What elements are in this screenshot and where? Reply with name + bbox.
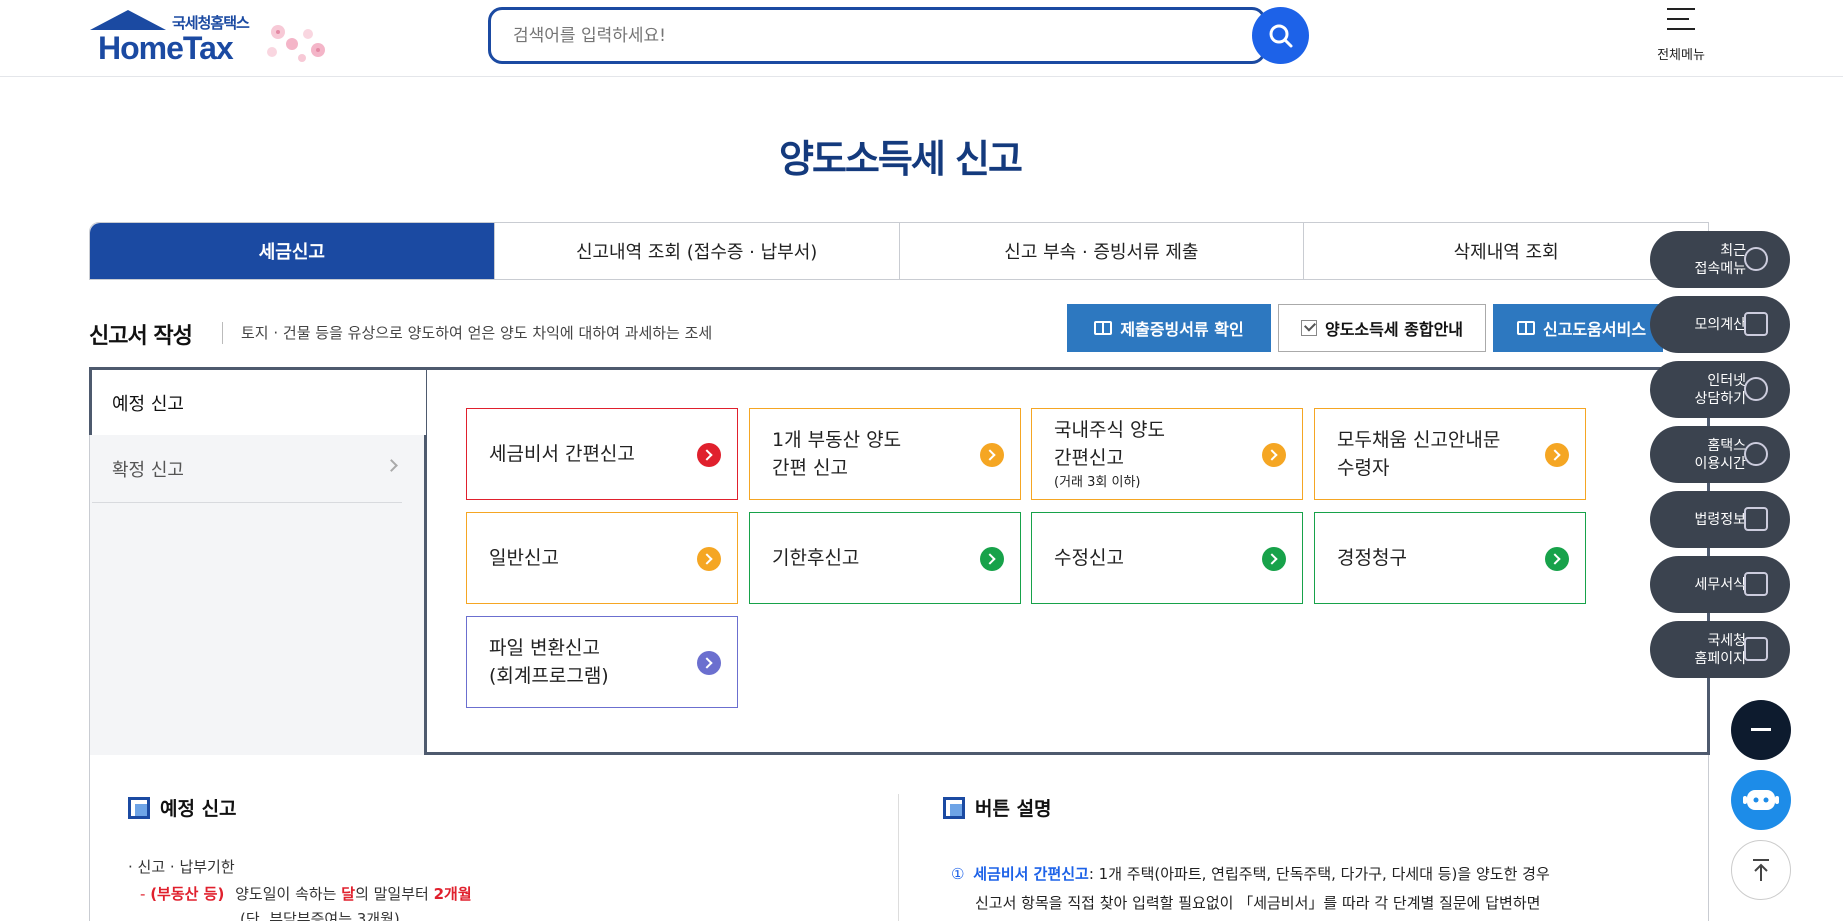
cherry-blossom-icon — [267, 25, 325, 62]
fab-mock-calculation[interactable]: 모의계산 — [1650, 296, 1790, 353]
headset-icon — [1744, 377, 1768, 401]
info-button-desc: ① 세금비서 간편신고: 1개 주택(아파트, 연립주택, 단독주택, 다가구,… — [951, 865, 1550, 912]
tab-deleted-history[interactable]: 삭제내역 조회 — [1303, 223, 1708, 279]
help-service-button[interactable]: 신고도움서비스 — [1493, 304, 1663, 352]
arrow-right-icon — [697, 547, 721, 571]
card-label: 기한후신고 — [772, 547, 860, 569]
square-bullet-icon — [943, 796, 965, 819]
card-label: 국내주식 양도 간편신고 (거래 3회 이하) — [1054, 419, 1165, 490]
search-box — [488, 7, 1266, 64]
fab-recent-menu[interactable]: 최근 접속메뉴 — [1650, 231, 1790, 288]
arrow-right-icon — [1262, 547, 1286, 571]
arrow-right-icon — [697, 443, 721, 467]
info-deadline-note: (단, 부담부증여는 3개월) — [240, 910, 400, 921]
arrow-right-icon — [1545, 547, 1569, 571]
square-bullet-icon — [128, 796, 150, 819]
arrow-right-icon — [980, 547, 1004, 571]
card-prefilled-notice[interactable]: 모두채움 신고안내문 수령자 — [1314, 408, 1586, 500]
search-icon — [1269, 24, 1292, 47]
full-menu-label: 전체메뉴 — [1657, 48, 1705, 63]
fab-service-hours[interactable]: 홈택스 이용시간 — [1650, 426, 1790, 483]
search-button[interactable] — [1252, 7, 1309, 64]
side-item-final[interactable]: 확정 신고 — [92, 435, 402, 503]
arrow-right-icon — [697, 651, 721, 675]
tab-filing-history[interactable]: 신고내역 조회 (접수증 · 납부서) — [493, 223, 899, 279]
guide-button[interactable]: 양도소득세 종합안내 — [1278, 304, 1486, 352]
chatbot-button[interactable] — [1731, 770, 1791, 830]
search-input[interactable] — [513, 25, 1213, 46]
evidence-check-button[interactable]: 제출증빙서류 확인 — [1067, 304, 1271, 352]
card-tax-secretary[interactable]: 세금비서 간편신고 — [466, 408, 738, 500]
card-single-property[interactable]: 1개 부동산 양도 간편 신고 — [749, 408, 1021, 500]
info-left-title: 예정 신고 — [128, 794, 237, 821]
card-label: 파일 변환신고 (회계프로그램) — [489, 637, 609, 687]
section-description: 토지 · 건물 등을 유상으로 양도하여 얻은 양도 차익에 대하여 과세하는 … — [222, 322, 712, 344]
card-domestic-stock[interactable]: 국내주식 양도 간편신고 (거래 3회 이하) — [1031, 408, 1303, 500]
arrow-right-icon — [1262, 443, 1286, 467]
side-item-label: 확정 신고 — [112, 459, 184, 481]
card-file-conversion[interactable]: 파일 변환신고 (회계프로그램) — [466, 616, 738, 708]
document-icon — [1744, 572, 1768, 596]
arrow-right-icon — [980, 443, 1004, 467]
info-right-title: 버튼 설명 — [943, 794, 1052, 821]
info-deadline-text: - (부동산 등) 양도일이 속하는 달의 말일부터 2개월 — [140, 885, 472, 903]
card-label: 수정신고 — [1054, 547, 1124, 569]
clock-icon — [1744, 247, 1768, 271]
building-icon — [1744, 637, 1768, 661]
logo-wordmark: HomeTax — [98, 30, 234, 66]
fab-law-info[interactable]: 법령정보 — [1650, 491, 1790, 548]
help-service-label: 신고도움서비스 — [1543, 320, 1647, 339]
card-label: 일반신고 — [489, 547, 559, 569]
collapse-menu-button[interactable] — [1731, 700, 1791, 760]
tax-secretary-link[interactable]: 세금비서 간편신고 — [973, 865, 1089, 883]
evidence-check-label: 제출증빙서류 확인 — [1120, 320, 1244, 339]
calculator-icon — [1744, 312, 1768, 336]
side-item-preliminary[interactable]: 예정 신고 — [89, 367, 426, 435]
hometax-logo[interactable]: 국세청홈택스 HomeTax — [88, 8, 358, 68]
info-deadline-bullet: · 신고 · 납부기한 — [128, 858, 235, 876]
fab-tax-forms[interactable]: 세무서식 — [1650, 556, 1790, 613]
card-label: 모두채움 신고안내문 수령자 — [1337, 429, 1501, 479]
alarm-clock-icon — [1744, 442, 1768, 466]
logo-roof-icon — [90, 10, 166, 30]
guide-label: 양도소득세 종합안내 — [1324, 320, 1464, 339]
header: 국세청홈택스 HomeTax 전체메뉴 — [0, 0, 1843, 77]
tab-bar: 세금신고 신고내역 조회 (접수증 · 납부서) 신고 부속 · 증빙서류 제출… — [89, 222, 1709, 280]
section-title: 신고서 작성 — [89, 324, 193, 349]
minus-icon — [1751, 728, 1771, 731]
card-late-filing[interactable]: 기한후신고 — [749, 512, 1021, 604]
chevron-right-icon — [385, 459, 398, 472]
side-item-label: 예정 신고 — [112, 393, 184, 415]
card-amended-filing[interactable]: 수정신고 — [1031, 512, 1303, 604]
full-menu-button[interactable]: 전체메뉴 — [1650, 8, 1712, 68]
book-icon — [1517, 321, 1535, 335]
card-general-filing[interactable]: 일반신고 — [466, 512, 738, 604]
fab-internet-consult[interactable]: 인터넷 상담하기 — [1650, 361, 1790, 418]
tab-tax-filing[interactable]: 세금신고 — [90, 223, 494, 279]
gavel-icon — [1744, 507, 1768, 531]
card-correction-claim[interactable]: 경정청구 — [1314, 512, 1586, 604]
card-label: 세금비서 간편신고 — [489, 443, 635, 465]
checkbox-icon — [1300, 320, 1317, 336]
card-label: 1개 부동산 양도 간편 신고 — [772, 429, 902, 479]
chatbot-icon — [1743, 790, 1779, 810]
arrow-up-icon — [1753, 859, 1769, 881]
card-label: 경정청구 — [1337, 547, 1407, 569]
fab-nts-homepage[interactable]: 국세청 홈페이지 — [1650, 621, 1790, 678]
info-divider — [898, 794, 899, 921]
arrow-right-icon — [1545, 443, 1569, 467]
book-icon — [1094, 321, 1113, 335]
hamburger-icon — [1667, 8, 1695, 30]
scroll-top-button[interactable] — [1731, 840, 1791, 900]
page-title: 양도소득세 신고 — [779, 137, 1023, 181]
tab-attachment-submit[interactable]: 신고 부속 · 증빙서류 제출 — [898, 223, 1304, 279]
